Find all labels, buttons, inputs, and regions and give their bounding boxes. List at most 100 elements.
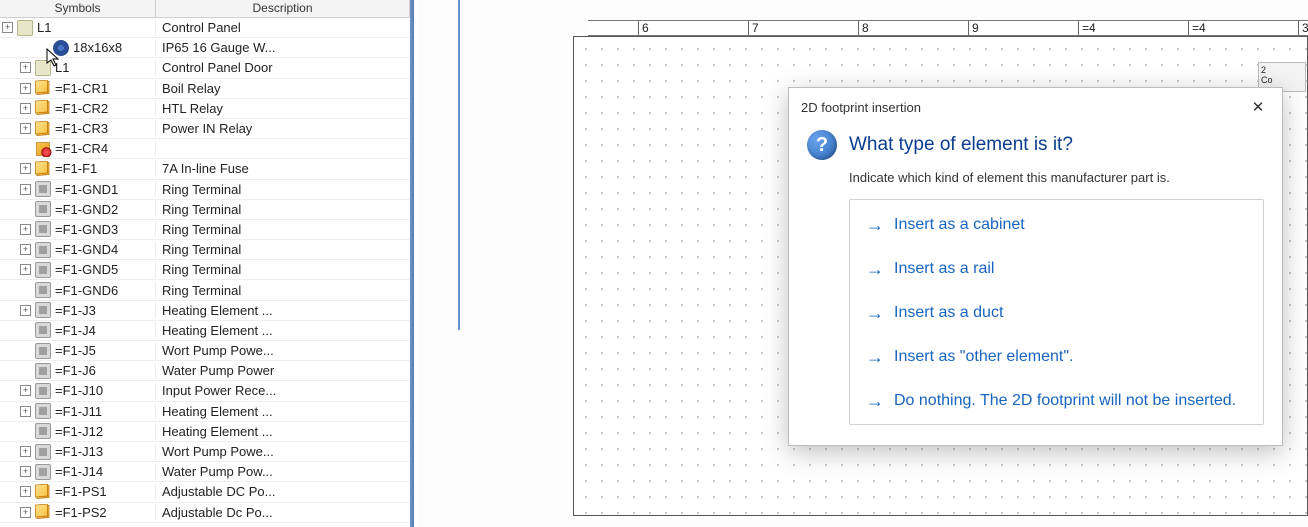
dialog-question: What type of element is it? xyxy=(849,134,1073,156)
tree-description: Adjustable DC Po... xyxy=(156,484,410,499)
expand-toggle[interactable]: + xyxy=(20,163,31,174)
arrow-right-icon: → xyxy=(866,214,884,236)
tree-row[interactable]: +=F1-PS2Adjustable Dc Po... xyxy=(0,503,410,523)
tree-description: Ring Terminal xyxy=(156,182,410,197)
dialog-option[interactable]: →Insert as a rail xyxy=(866,258,1247,280)
expand-toggle[interactable]: + xyxy=(20,184,31,195)
expand-toggle[interactable]: + xyxy=(20,62,31,73)
expand-toggle[interactable]: + xyxy=(20,224,31,235)
tree-description: Wort Pump Powe... xyxy=(156,444,410,459)
arrow-right-icon: → xyxy=(866,390,884,412)
tree-row[interactable]: =F1-GND2Ring Terminal xyxy=(0,200,410,220)
tree-description: Heating Element ... xyxy=(156,424,410,439)
tree-description: IP65 16 Gauge W... xyxy=(156,40,410,55)
tree-description: Ring Terminal xyxy=(156,222,410,237)
terminal-icon xyxy=(35,201,51,217)
tree-symbol-label: =F1-J4 xyxy=(55,323,96,338)
tree-row[interactable]: 18x16x8IP65 16 Gauge W... xyxy=(0,38,410,58)
tree-symbol-label: =F1-CR1 xyxy=(55,81,108,96)
tree-row[interactable]: +=F1-GND3Ring Terminal xyxy=(0,220,410,240)
tree-row[interactable]: +=F1-J10Input Power Rece... xyxy=(0,381,410,401)
drawing-area: 6789=4=43 432 2 Co 2D footprint insertio… xyxy=(418,0,1308,527)
dialog-option[interactable]: →Insert as "other element". xyxy=(866,346,1247,368)
expand-toggle[interactable]: + xyxy=(20,123,31,134)
expand-toggle[interactable]: + xyxy=(20,385,31,396)
tree-row[interactable]: +=F1-J14Water Pump Pow... xyxy=(0,462,410,482)
tree-description: Heating Element ... xyxy=(156,303,410,318)
ruler-tick: 6 xyxy=(638,21,649,35)
tree-symbol-label: =F1-GND2 xyxy=(55,202,118,217)
arrow-right-icon: → xyxy=(866,346,884,368)
expand-toggle[interactable]: + xyxy=(20,507,31,518)
expand-toggle[interactable]: + xyxy=(20,83,31,94)
dialog-option-label: Insert as a duct xyxy=(894,302,1003,324)
tree-row[interactable]: +=F1-GND1Ring Terminal xyxy=(0,180,410,200)
tree-row[interactable]: +=F1-PS1Adjustable DC Po... xyxy=(0,482,410,502)
box3d-icon xyxy=(37,81,50,95)
col-header-symbols[interactable]: Symbols xyxy=(0,0,156,17)
dialog-option-label: Insert as a cabinet xyxy=(894,214,1025,236)
tree-row[interactable]: =F1-CR4 xyxy=(0,139,410,159)
expand-toggle[interactable]: + xyxy=(20,305,31,316)
tree-description: HTL Relay xyxy=(156,101,410,116)
tree-symbol-label: =F1-J3 xyxy=(55,303,96,318)
close-icon[interactable]: ✕ xyxy=(1244,96,1272,118)
terminal-icon xyxy=(35,423,51,439)
dialog-option-label: Insert as a rail xyxy=(894,258,994,280)
tree-description: Ring Terminal xyxy=(156,283,410,298)
box3d-icon xyxy=(37,162,50,176)
expand-toggle[interactable]: + xyxy=(20,486,31,497)
tree-symbol-label: =F1-GND5 xyxy=(55,262,118,277)
tree-row[interactable]: =F1-GND6Ring Terminal xyxy=(0,280,410,300)
tree-row[interactable]: +=F1-J13Wort Pump Powe... xyxy=(0,442,410,462)
tree-row[interactable]: =F1-J12 Heating Element ... xyxy=(0,422,410,442)
box3d-icon xyxy=(37,505,50,519)
tree-row[interactable]: +=F1-GND4Ring Terminal xyxy=(0,240,410,260)
mini-row-b: Co xyxy=(1261,75,1303,85)
tree-row[interactable]: +=F1-F17A In-line Fuse xyxy=(0,159,410,179)
tree-row[interactable]: + =F1-J3 Heating Element ... xyxy=(0,301,410,321)
tree-row[interactable]: =F1-J4Heating Element ... xyxy=(0,321,410,341)
tree-row[interactable]: +=F1-CR3Power IN Relay xyxy=(0,119,410,139)
tree-row[interactable]: +L1Control Panel Door xyxy=(0,58,410,78)
col-header-description[interactable]: Description xyxy=(156,0,410,17)
tree-description: Input Power Rece... xyxy=(156,383,410,398)
ruler-tick: 9 xyxy=(968,21,979,35)
tree-row[interactable]: +=F1-CR1Boil Relay xyxy=(0,79,410,99)
arrow-right-icon: → xyxy=(866,302,884,324)
tree-description: 7A In-line Fuse xyxy=(156,161,410,176)
expand-toggle[interactable]: + xyxy=(2,22,13,33)
box3d-icon xyxy=(37,101,50,115)
dialog-option[interactable]: → Insert as a duct xyxy=(866,302,1247,324)
expand-toggle[interactable]: + xyxy=(20,466,31,477)
dialog-option[interactable]: → Insert as a cabinet xyxy=(866,214,1247,236)
tree-row[interactable]: +L1Control Panel xyxy=(0,18,410,38)
dialog-option[interactable]: →Do nothing. The 2D footprint will not b… xyxy=(866,390,1247,412)
tree-description: Heating Element ... xyxy=(156,404,410,419)
tree-symbol-label: =F1-J12 xyxy=(55,424,103,439)
tree-row[interactable]: + =F1-GND5 Ring Terminal xyxy=(0,260,410,280)
terminal-icon xyxy=(35,302,51,318)
tree-symbol-label: L1 xyxy=(55,60,69,75)
tree-description: Adjustable Dc Po... xyxy=(156,505,410,520)
ruler-tick: 3 xyxy=(1298,21,1308,35)
expand-toggle[interactable]: + xyxy=(20,264,31,275)
ruler-tick: =4 xyxy=(1078,21,1096,35)
tree-symbol-label: =F1-J6 xyxy=(55,363,96,378)
ruler-tick: =4 xyxy=(1188,21,1206,35)
horizontal-ruler[interactable]: 6789=4=43 xyxy=(588,20,1308,36)
terminal-icon xyxy=(35,464,51,480)
tree-description: Power IN Relay xyxy=(156,121,410,136)
box3d-red-icon xyxy=(36,142,50,156)
expand-toggle[interactable]: + xyxy=(20,103,31,114)
expand-toggle[interactable]: + xyxy=(20,244,31,255)
tree-row[interactable]: =F1-J6Water Pump Power xyxy=(0,361,410,381)
tree-row[interactable]: =F1-J5Wort Pump Powe... xyxy=(0,341,410,361)
ruler-tick: 7 xyxy=(748,21,759,35)
tree-row[interactable]: +=F1-CR2HTL Relay xyxy=(0,99,410,119)
expand-toggle[interactable]: + xyxy=(20,446,31,457)
tree-row[interactable]: +=F1-J11Heating Element ... xyxy=(0,402,410,422)
expand-toggle[interactable]: + xyxy=(20,406,31,417)
terminal-icon xyxy=(35,242,51,258)
tree-description: Ring Terminal xyxy=(156,262,410,277)
